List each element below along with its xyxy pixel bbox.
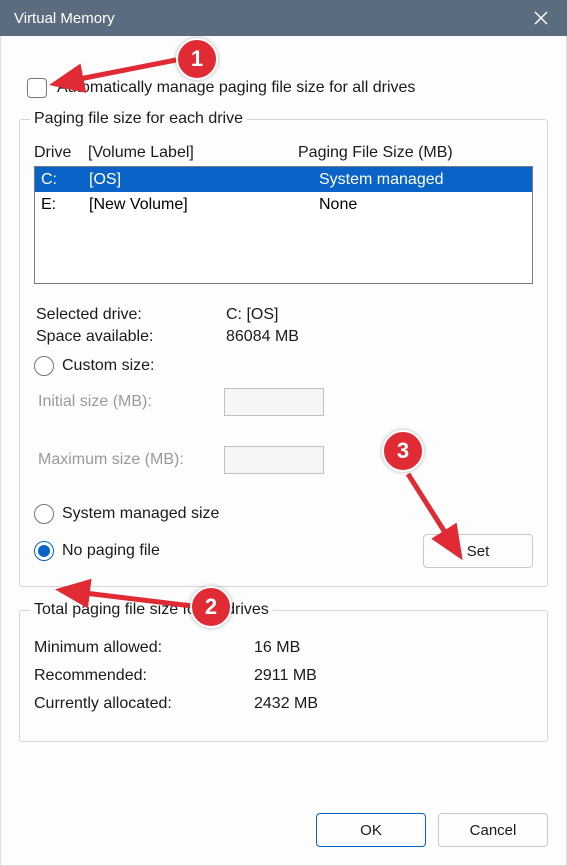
drive-row-paging: System managed	[319, 171, 526, 189]
selected-drive-label: Selected drive:	[36, 306, 226, 324]
totals-legend: Total paging file size for all drives	[30, 601, 273, 619]
system-managed-radio[interactable]	[34, 504, 54, 524]
currently-allocated-label: Currently allocated:	[34, 695, 254, 713]
drives-legend: Paging file size for each drive	[30, 110, 247, 128]
size-inputs: Initial size (MB): Maximum size (MB):	[38, 388, 533, 474]
no-paging-radio[interactable]	[34, 541, 54, 561]
system-managed-label: System managed size	[62, 505, 219, 523]
titlebar: Virtual Memory	[0, 0, 567, 36]
header-volume: [Volume Label]	[88, 144, 298, 162]
drive-row[interactable]: E: [New Volume] None	[35, 192, 532, 217]
auto-manage-label: Automatically manage paging file size fo…	[57, 79, 415, 97]
currently-allocated-value: 2432 MB	[254, 695, 533, 713]
selected-drive-value: C: [OS]	[226, 306, 533, 324]
custom-size-radio[interactable]	[34, 356, 54, 376]
totals-groupbox: Total paging file size for all drives Mi…	[19, 601, 548, 742]
minimum-allowed-value: 16 MB	[254, 639, 533, 657]
no-paging-row: No paging file Set	[34, 534, 533, 568]
minimum-allowed-label: Minimum allowed:	[34, 639, 254, 657]
close-icon[interactable]	[529, 6, 553, 30]
cancel-button[interactable]: Cancel	[438, 813, 548, 847]
no-paging-label: No paging file	[62, 542, 160, 560]
drive-row[interactable]: C: [OS] System managed	[35, 167, 532, 192]
drive-row-letter: C:	[41, 171, 89, 189]
maximum-size-label: Maximum size (MB):	[38, 451, 224, 469]
drive-row-letter: E:	[41, 196, 89, 214]
drives-groupbox: Paging file size for each drive Drive [V…	[19, 110, 548, 587]
drive-row-volume: [New Volume]	[89, 196, 319, 214]
header-drive: Drive	[34, 144, 88, 162]
drive-list[interactable]: C: [OS] System managed E: [New Volume] N…	[34, 166, 533, 284]
initial-size-label: Initial size (MB):	[38, 393, 224, 411]
drive-row-volume: [OS]	[89, 171, 319, 189]
auto-manage-row: Automatically manage paging file size fo…	[27, 78, 548, 98]
recommended-label: Recommended:	[34, 667, 254, 685]
space-available-label: Space available:	[36, 328, 226, 346]
header-paging: Paging File Size (MB)	[298, 144, 533, 162]
initial-size-input[interactable]	[224, 388, 324, 416]
drive-list-header: Drive [Volume Label] Paging File Size (M…	[34, 144, 533, 162]
auto-manage-checkbox[interactable]	[27, 78, 47, 98]
window-body: Automatically manage paging file size fo…	[0, 36, 567, 866]
window-title: Virtual Memory	[14, 10, 115, 27]
space-available-value: 86084 MB	[226, 328, 533, 346]
maximum-size-input[interactable]	[224, 446, 324, 474]
custom-size-row: Custom size:	[34, 356, 533, 376]
system-managed-row: System managed size	[34, 504, 533, 524]
custom-size-label: Custom size:	[62, 357, 154, 375]
dialog-buttons: OK Cancel	[316, 813, 548, 847]
drive-row-paging: None	[319, 196, 526, 214]
set-button[interactable]: Set	[423, 534, 533, 568]
recommended-value: 2911 MB	[254, 667, 533, 685]
selected-drive-block: Selected drive: C: [OS] Space available:…	[36, 306, 533, 346]
ok-button[interactable]: OK	[316, 813, 426, 847]
